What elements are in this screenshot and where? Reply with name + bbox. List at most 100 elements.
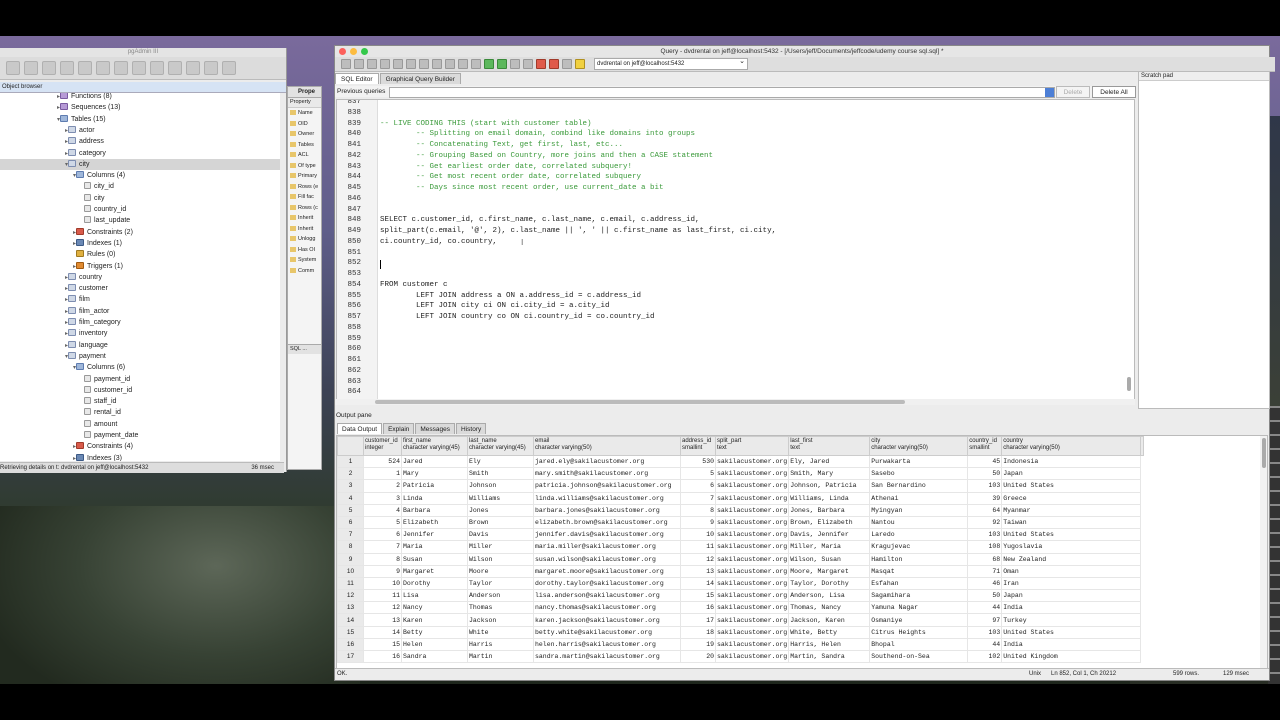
table-cell[interactable]: helen.harris@sakilacustomer.org [533,637,681,652]
find-icon[interactable] [471,59,481,69]
cancel-query-icon[interactable] [536,59,546,69]
table-cell[interactable]: jared.ely@sakilacustomer.org [533,454,681,469]
table-cell[interactable]: mary.smith@sakilacustomer.org [533,467,681,481]
table-cell[interactable]: Wilson, Susan [788,552,871,566]
table-cell[interactable]: Purwakarta [869,454,969,469]
property-item[interactable]: Tables [288,140,321,151]
table-cell[interactable]: sakilacustomer.org [714,576,790,591]
sql-pane-tab[interactable]: SQL ... [288,345,321,354]
tab-history[interactable]: History [456,423,487,434]
table-cell[interactable]: Brown [467,515,534,530]
table-cell[interactable]: margaret.moore@sakilacustomer.org [533,564,681,578]
table-cell[interactable]: 16 [363,649,402,664]
table-cell[interactable]: Hamilton [869,552,969,566]
table-cell[interactable]: sakilacustomer.org [714,601,790,615]
table-cell[interactable]: 4 [363,503,402,517]
filter-icon[interactable] [150,61,164,75]
table-cell[interactable]: jennifer.davis@sakilacustomer.org [533,528,681,542]
tree-item[interactable]: ▾ city [0,158,280,170]
table-cell[interactable]: 17 [680,613,716,627]
column-header[interactable]: customer_id integer [363,436,402,456]
table-cell[interactable]: Patricia [401,479,468,493]
explain-analyze-icon[interactable] [523,59,533,69]
table-cell[interactable]: India [1001,601,1142,615]
table-cell[interactable]: Dorothy [401,576,468,591]
table-row[interactable]: 6 5 Elizabeth Brown elizabeth.brown@sakilacu… [337,515,1144,530]
table-cell[interactable]: sakilacustomer.org [714,613,790,627]
table-cell[interactable]: susan.wilson@sakilacustomer.org [533,552,681,566]
tree-item[interactable]: city_id [0,181,114,192]
table-row[interactable]: 15 14 Betty White betty.white@sakilacustomer… [337,625,1144,639]
table-cell[interactable]: United States [1001,528,1142,542]
table-cell[interactable]: Jackson, Karen [788,613,871,627]
code-line[interactable]: -- LIVE CODING THIS (start with customer… [380,120,592,128]
table-cell[interactable]: 6 [363,528,402,542]
table-cell[interactable]: 16 [680,601,716,615]
table-cell[interactable]: United Kingdom [1001,649,1142,664]
zoom-window-icon[interactable] [361,48,368,55]
table-cell[interactable]: sakilacustomer.org [714,564,790,578]
table-cell[interactable]: Miller, Maria [788,540,871,554]
table-cell[interactable]: 45 [967,454,1003,469]
execute-pgscript-icon[interactable] [497,59,507,69]
table-cell[interactable]: Harris, Helen [788,637,871,652]
tree-item[interactable]: ▾ Columns (6) [0,362,125,373]
property-item[interactable]: Has OI [288,245,321,256]
table-cell[interactable]: 14 [363,625,402,639]
column-header[interactable]: split_part text [714,436,790,456]
column-header[interactable]: address_id smallint [680,436,716,456]
tree-item[interactable]: ▸ Triggers (1) [0,261,123,272]
table-cell[interactable]: Anderson [467,589,534,603]
table-cell[interactable]: Harris [467,637,534,652]
table-cell[interactable]: dorothy.taylor@sakilacustomer.org [533,576,681,591]
table-cell[interactable]: patricia.johnson@sakilacustomer.org [533,479,681,493]
table-cell[interactable]: White, Betty [788,625,871,639]
tab-data-output[interactable]: Data Output [337,423,383,434]
table-row[interactable]: 14 13 Karen Jackson karen.jackson@sakilacust… [337,613,1144,627]
table-cell[interactable]: 530 [680,454,716,469]
table-row[interactable]: 5 4 Barbara Jones barbara.jones@sakilacustom… [337,503,1144,517]
table-row[interactable]: 4 3 Linda Williams linda.williams@sakilacust… [337,491,1144,505]
table-cell[interactable]: lisa.anderson@sakilacustomer.org [533,589,681,603]
table-cell[interactable]: 11 [363,589,402,603]
table-cell[interactable]: Jennifer [401,528,468,542]
code-line[interactable]: LEFT JOIN city ci ON ci.city_id = a.city… [380,302,610,310]
table-row[interactable]: 7 6 Jennifer Davis jennifer.davis@sakilacust… [337,528,1144,542]
copy-icon[interactable] [393,59,403,69]
table-cell[interactable]: 103 [967,528,1003,542]
property-item[interactable]: Owner [288,129,321,140]
tab-messages[interactable]: Messages [415,423,456,434]
table-cell[interactable]: Ely, Jared [788,454,871,469]
table-row[interactable]: 17 16 Sandra Martin sandra.martin@sakilacust… [337,649,1144,664]
table-cell[interactable]: sakilacustomer.org [714,479,790,493]
table-cell[interactable]: Martin [467,649,534,664]
property-item[interactable]: OID [288,119,321,130]
export-icon[interactable] [549,59,559,69]
table-cell[interactable]: New Zealand [1001,552,1142,566]
table-cell[interactable]: elizabeth.brown@sakilacustomer.org [533,515,681,530]
table-cell[interactable]: Taylor, Dorothy [788,576,871,591]
table-cell[interactable]: Esfahan [869,576,969,591]
table-row[interactable]: 1 524 Jared Ely jared.ely@sakilacustomer.org… [337,454,1144,469]
table-cell[interactable]: Thomas, Nancy [788,601,871,615]
table-cell[interactable]: Barbara [401,503,468,517]
table-cell[interactable]: sakilacustomer.org [714,649,790,664]
tree-item[interactable]: ▸ category [0,148,106,159]
help-hint-icon[interactable] [575,59,585,69]
tree-item[interactable]: ▸ Functions (8) [0,93,112,102]
connect-icon[interactable] [6,61,20,75]
grid-vertical-scrollbar[interactable] [1260,436,1267,668]
code-line[interactable]: -- Get most recent order date, correlate… [380,173,641,181]
tree-item[interactable]: customer_id [0,385,132,396]
tree-item[interactable]: amount [0,419,117,430]
table-cell[interactable]: Nantou [869,515,969,530]
row-number[interactable]: 12 [337,589,364,603]
table-cell[interactable]: 39 [967,491,1003,505]
table-cell[interactable]: Jackson [467,613,534,627]
table-cell[interactable]: 71 [967,564,1003,578]
table-cell[interactable]: Kragujevac [869,540,969,554]
table-cell[interactable]: 6 [680,479,716,493]
table-cell[interactable]: Indonesia [1001,454,1142,469]
column-header[interactable]: city character varying(50) [869,436,969,456]
tree-item[interactable]: ▸ Sequences (13) [0,102,120,113]
